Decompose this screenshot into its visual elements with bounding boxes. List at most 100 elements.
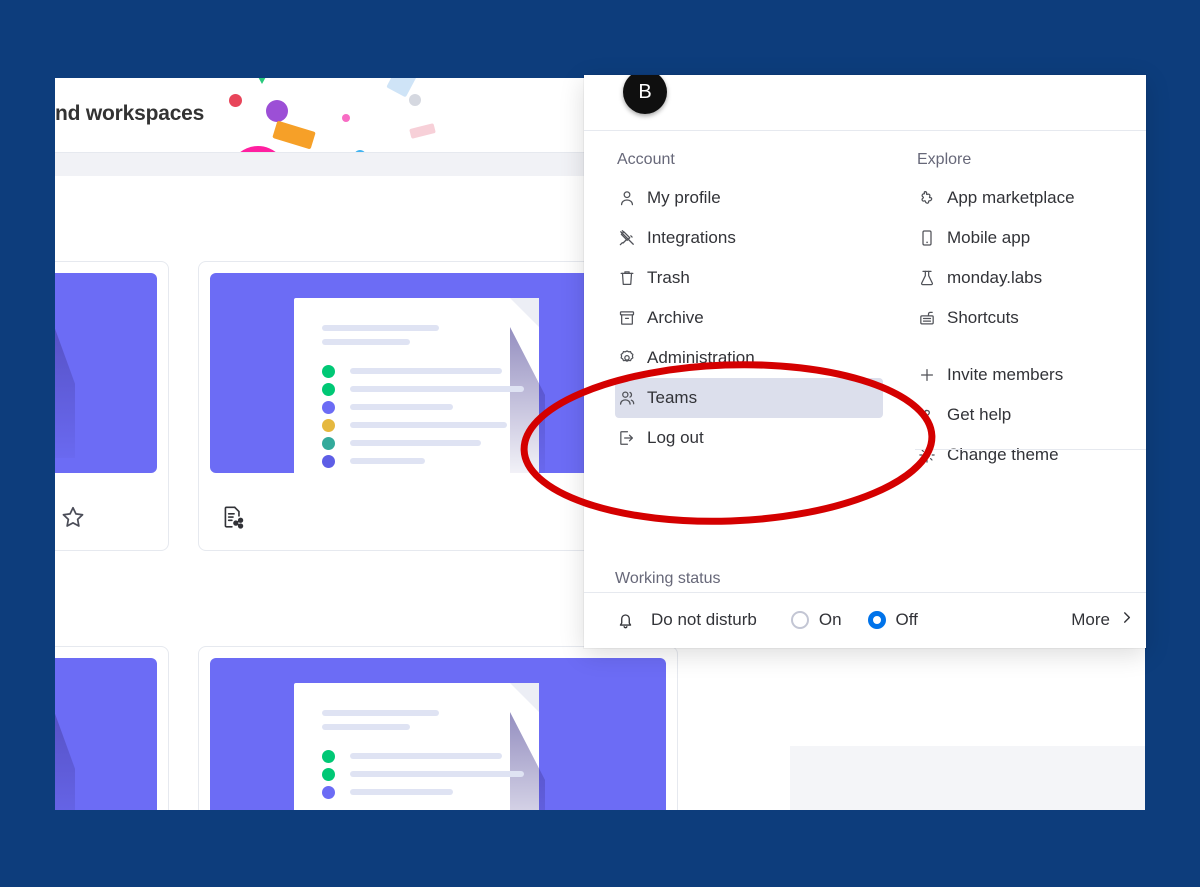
confetti-shape-green — [252, 78, 272, 84]
board-card[interactable] — [55, 261, 169, 551]
menu-item-app-marketplace[interactable]: App marketplace — [915, 178, 1146, 218]
doc-shadow — [55, 293, 75, 458]
radio-on-label: On — [818, 610, 842, 629]
status-dot — [322, 786, 335, 799]
radio-option-on[interactable]: On — [790, 610, 842, 630]
doc-line — [322, 339, 410, 345]
trash-icon — [617, 267, 647, 289]
status-dot — [322, 768, 335, 781]
working-status-title: Working status — [615, 570, 721, 587]
doc-line — [350, 789, 453, 795]
do-not-disturb-label: Do not disturb — [651, 610, 757, 629]
menu-item-change-theme[interactable]: Change theme — [915, 435, 1146, 475]
working-status-section: Working status Do not disturb On Off Mor… — [584, 570, 1146, 648]
doc-line — [350, 422, 507, 428]
menu-item-label: Change theme — [947, 445, 1059, 464]
menu-item-invite-members[interactable]: Invite members — [915, 355, 1146, 395]
menu-item-shortcuts[interactable]: Shortcuts — [915, 298, 1146, 338]
confetti-rect-pink — [409, 123, 436, 139]
more-button[interactable]: More — [1071, 609, 1135, 631]
confetti-dot-gray — [409, 94, 421, 106]
board-thumbnail — [55, 658, 157, 810]
radio-option-off[interactable]: Off — [867, 610, 918, 630]
menu-item-monday-labs[interactable]: monday.labs — [915, 258, 1146, 298]
puzzle-icon — [917, 187, 947, 209]
gear-icon — [617, 347, 647, 369]
menu-item-label: Get help — [947, 405, 1012, 424]
sun-icon — [917, 444, 947, 466]
doc-line — [322, 710, 439, 716]
menu-item-trash[interactable]: Trash — [615, 258, 915, 298]
profile-dropdown-panel: B Account My profile Integrations Trash … — [584, 75, 1146, 648]
explore-divider — [915, 449, 1146, 450]
more-label: More — [1071, 610, 1110, 629]
doc-line — [322, 325, 439, 331]
radio-off-indicator[interactable] — [867, 611, 886, 629]
doc-share-icon[interactable] — [220, 504, 246, 530]
explore-section-title: Explore — [917, 151, 972, 168]
content-right-strip — [734, 746, 1145, 810]
confetti-dot-pink — [342, 114, 350, 122]
explore-column: Explore App marketplace Mobile app monda… — [915, 131, 1146, 475]
board-card[interactable] — [198, 646, 678, 810]
radio-on-indicator[interactable] — [790, 611, 809, 629]
menu-item-mobile-app[interactable]: Mobile app — [915, 218, 1146, 258]
doc-fold-icon — [510, 683, 539, 712]
plug-icon — [617, 227, 647, 249]
menu-item-integrations[interactable]: Integrations — [615, 218, 915, 258]
status-dot — [322, 401, 335, 414]
menu-item-my-profile[interactable]: My profile — [615, 178, 915, 218]
menu-item-label: Trash — [647, 268, 690, 287]
menu-item-label: Integrations — [647, 228, 736, 247]
status-dot — [322, 383, 335, 396]
doc-line — [350, 386, 524, 392]
status-dot — [322, 455, 335, 468]
person-icon — [617, 187, 647, 209]
menu-item-label: Invite members — [947, 365, 1064, 384]
star-icon[interactable] — [60, 504, 86, 530]
bell-icon — [615, 610, 651, 631]
menu-item-label: My profile — [647, 188, 721, 207]
status-dot — [322, 750, 335, 763]
confetti-dot-red — [229, 94, 242, 107]
page-title: nd workspaces — [55, 102, 205, 125]
profile-panel-header: B — [584, 75, 1146, 131]
menu-item-administration[interactable]: Administration — [615, 338, 915, 378]
doc-line — [350, 404, 453, 410]
profile-panel-body: Account My profile Integrations Trash Ar… — [584, 131, 1146, 592]
menu-item-label: Log out — [647, 428, 704, 447]
content-gap — [734, 746, 790, 810]
menu-item-log-out[interactable]: Log out — [615, 418, 915, 458]
menu-item-teams[interactable]: Teams — [615, 378, 883, 418]
menu-item-label: App marketplace — [947, 188, 1075, 207]
board-card[interactable] — [55, 646, 169, 810]
board-card-footer — [199, 482, 617, 550]
menu-item-label: monday.labs — [947, 268, 1043, 287]
doc-line — [350, 440, 481, 446]
menu-item-label: Teams — [647, 388, 698, 407]
board-thumbnail — [210, 658, 666, 810]
doc-fold-icon — [510, 298, 539, 327]
doc-line — [350, 458, 425, 464]
menu-item-label: Shortcuts — [947, 308, 1019, 327]
people-icon — [617, 387, 647, 409]
account-section-title: Account — [617, 151, 675, 168]
mobile-icon — [917, 227, 947, 249]
menu-item-label: Administration — [647, 348, 755, 367]
archive-icon — [617, 307, 647, 329]
avatar[interactable]: B — [623, 75, 667, 114]
doc-line — [350, 368, 502, 374]
doc-line — [322, 724, 410, 730]
status-dot — [322, 419, 335, 432]
menu-item-get-help[interactable]: Get help — [915, 395, 1146, 435]
menu-item-label: Archive — [647, 308, 704, 327]
doc-line — [350, 771, 524, 777]
menu-item-archive[interactable]: Archive — [615, 298, 915, 338]
doc-line — [350, 753, 502, 759]
logout-icon — [617, 427, 647, 449]
menu-item-label: Mobile app — [947, 228, 1031, 247]
flask-icon — [917, 267, 947, 289]
plus-icon — [917, 364, 947, 386]
board-card[interactable] — [198, 261, 618, 551]
keyboard-icon — [917, 307, 947, 329]
